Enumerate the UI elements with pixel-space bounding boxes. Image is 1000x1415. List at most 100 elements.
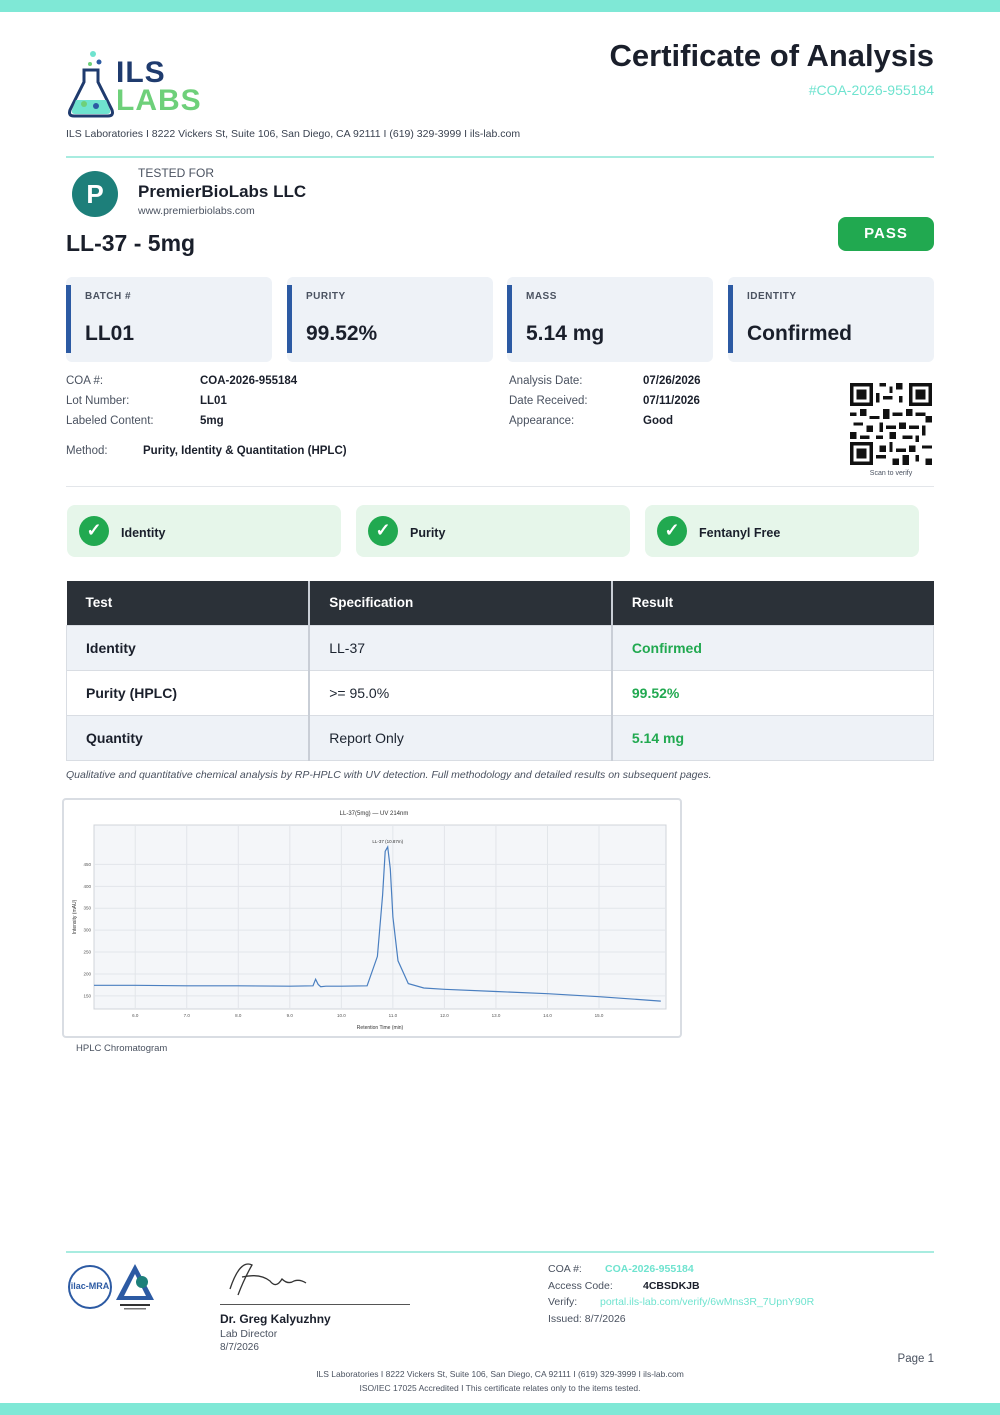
header-specification: Specification (308, 581, 612, 625)
y-tick-label: 450 (83, 862, 91, 867)
footer-verify-link[interactable]: portal.ils-lab.com/verify/6wMns3R_7UpnY9… (600, 1296, 814, 1308)
x-axis-label: Retention Time (min) (357, 1025, 404, 1031)
tested-for-label: TESTED FOR (138, 166, 215, 180)
stat-value: Confirmed (747, 322, 852, 345)
checkmark-icon: ✓ (79, 516, 109, 546)
certificate-number: #COA-2026-955184 (808, 82, 934, 98)
check-card-identity: ✓ Identity (67, 505, 341, 557)
methodology-note: Qualitative and quantitative chemical an… (66, 769, 712, 781)
footer-coa-label: COA #: (548, 1263, 582, 1275)
detail-label: Appearance: (509, 415, 575, 427)
ils-labs-logo: ILS LABS (66, 48, 216, 118)
product-name: LL-37 - 5mg (66, 230, 196, 256)
header-test: Test (66, 581, 310, 625)
footer-access-row: Access Code: 4CBSDKJB (548, 1280, 700, 1292)
page-number: Page 1 (897, 1353, 934, 1365)
stat-value: 5.14 mg (526, 322, 605, 345)
signature-icon (229, 1263, 307, 1296)
chart-title: LL-37(5mg) — UV 214nm (340, 811, 409, 817)
stat-card-batch: BATCH # LL01 (66, 277, 272, 362)
check-card-purity: ✓ Purity (356, 505, 630, 557)
footer-accreditation: ISO/IEC 17025 Accredited I This certific… (359, 1383, 641, 1393)
footer-issued: Issued: 8/7/2026 (548, 1313, 626, 1325)
signer-date: 8/7/2026 (220, 1342, 259, 1353)
stat-value: 99.52% (306, 322, 378, 345)
peak-label: LL-37 (10.87m) (372, 839, 403, 844)
cell-specification: >= 95.0% (308, 669, 613, 716)
x-tick-label: 8.0 (235, 1013, 242, 1018)
stat-card-identity: IDENTITY Confirmed (728, 277, 934, 362)
detail-value: 5mg (200, 415, 224, 427)
footer-divider (66, 1251, 934, 1253)
stat-card-purity: PURITY 99.52% (287, 277, 493, 362)
certificate-title: Certificate of Analysis (609, 38, 934, 73)
detail-value: Good (643, 415, 674, 427)
client-url[interactable]: www.premierbiolabs.com (138, 205, 255, 217)
y-tick-label: 250 (83, 950, 91, 955)
stat-label: PURITY (306, 291, 346, 302)
results-table: Test Specification Result Identity LL-37… (66, 581, 934, 761)
cell-test: Quantity (66, 714, 310, 761)
flask-icon (68, 51, 114, 118)
y-axis-label: Intensity (mAU) (72, 899, 78, 934)
x-tick-label: 11.0 (389, 1013, 398, 1018)
stat-card-mass: MASS 5.14 mg (507, 277, 713, 362)
y-tick-label: 300 (83, 928, 91, 933)
y-tick-label: 400 (83, 884, 91, 889)
accreditation-seal-icon (116, 1264, 154, 1310)
section-divider (66, 486, 934, 487)
footer-access-label: Access Code: (548, 1280, 613, 1292)
ilac-mra-seal: ilac-MRA (68, 1265, 112, 1309)
signer-name: Dr. Greg Kalyuzhny (220, 1312, 331, 1326)
stat-value: LL01 (85, 322, 135, 345)
plot-area (93, 824, 667, 1010)
footer-coa-row: COA #: COA-2026-955184 (548, 1263, 694, 1275)
hplc-chromatogram: 6.0 7.0 8.0 9.0 10.0 11.0 12.0 13.0 14.0 15.0 150 2… (62, 798, 682, 1038)
cell-specification: LL-37 (308, 624, 613, 671)
x-tick-label: 14.0 (543, 1013, 552, 1018)
x-tick-label: 12.0 (440, 1013, 449, 1018)
footer-verify-row: Verify: portal.ils-lab.com/verify/6wMns3… (548, 1296, 814, 1308)
check-label: Fentanyl Free (699, 526, 781, 540)
x-tick-label: 15.0 (595, 1013, 604, 1018)
logo-text-labs: LABS (116, 84, 202, 117)
client-logo: P (72, 171, 118, 217)
chromatogram-svg: 6.0 7.0 8.0 9.0 10.0 11.0 12.0 13.0 14.0 15.0 150 2… (72, 811, 667, 1031)
table-row: Identity LL-37 Confirmed (66, 624, 934, 671)
x-tick-label: 7.0 (184, 1013, 191, 1018)
cell-result: 99.52% (610, 669, 934, 716)
stat-label: IDENTITY (747, 291, 797, 302)
cell-test: Purity (HPLC) (66, 669, 310, 716)
detail-value: 07/26/2026 (643, 375, 701, 387)
cell-result: Confirmed (610, 624, 934, 671)
method-label: Method: (66, 445, 108, 457)
checkmark-icon: ✓ (657, 516, 687, 546)
x-tick-label: 13.0 (492, 1013, 501, 1018)
detail-label: Labeled Content: (66, 415, 154, 427)
signature-line (220, 1304, 410, 1305)
table-row: Quantity Report Only 5.14 mg (66, 714, 934, 761)
y-tick-label: 350 (83, 906, 91, 911)
qr-code-icon[interactable] (850, 383, 932, 465)
method-value: Purity, Identity & Quantitation (HPLC) (143, 445, 347, 457)
y-tick-label: 150 (83, 993, 91, 998)
footer-address: ILS Laboratories I 8222 Vickers St, Suit… (316, 1369, 684, 1379)
detail-value: 07/11/2026 (643, 395, 700, 407)
cell-specification: Report Only (308, 714, 613, 761)
detail-label: Date Received: (509, 395, 588, 407)
cell-test: Identity (66, 624, 310, 671)
x-tick-label: 9.0 (287, 1013, 294, 1018)
cell-result: 5.14 mg (610, 714, 934, 761)
header-result: Result (610, 581, 934, 625)
client-logo-letter: P (86, 179, 104, 209)
detail-value: COA-2026-955184 (200, 375, 298, 387)
y-tick-label: 200 (83, 971, 91, 976)
detail-label: Lot Number: (66, 395, 130, 407)
top-accent-bar (0, 0, 1000, 12)
check-label: Identity (121, 526, 166, 540)
check-card-fentanyl-free: ✓ Fentanyl Free (645, 505, 919, 557)
chromatogram-caption: HPLC Chromatogram (76, 1043, 168, 1054)
stat-label: MASS (526, 291, 557, 302)
client-name: PremierBioLabs LLC (138, 182, 307, 201)
footer-coa-value: COA-2026-955184 (605, 1263, 694, 1275)
